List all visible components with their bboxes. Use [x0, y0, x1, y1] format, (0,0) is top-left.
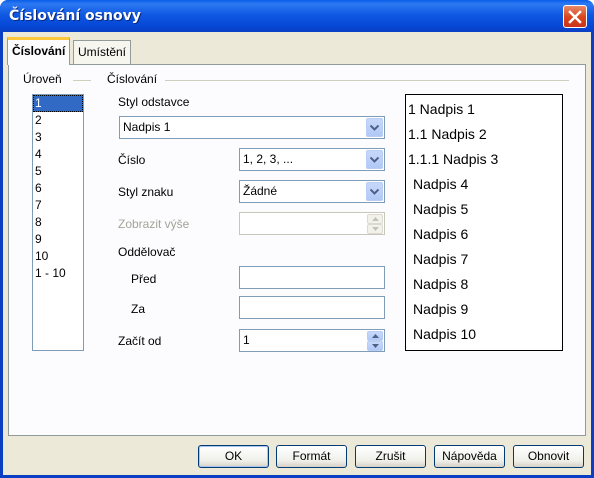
reset-button[interactable]: Obnovit: [513, 445, 584, 468]
separator-label: Oddělovač: [118, 245, 176, 259]
chevron-down-icon[interactable]: [366, 182, 383, 201]
help-button-label: Nápověda: [442, 449, 497, 463]
window-title: Číslování osnovy: [9, 8, 141, 24]
char-style-select[interactable]: Žádné: [239, 180, 385, 203]
number-label: Číslo: [118, 153, 146, 167]
cancel-button[interactable]: Zrušit: [355, 445, 426, 468]
show-sublevels-spinner[interactable]: [239, 212, 385, 235]
level-item[interactable]: 6: [33, 180, 83, 197]
chevron-down-icon[interactable]: [366, 118, 383, 137]
numbering-preview: 1 Nadpis 1 1.1 Nadpis 2 1.1.1 Nadpis 3 N…: [405, 94, 563, 351]
tab-position[interactable]: Umístění: [73, 40, 132, 64]
preview-line: Nadpis 8: [413, 276, 469, 292]
preview-line: Nadpis 7: [413, 251, 469, 267]
start-at-spinner[interactable]: 1: [239, 329, 385, 352]
dialog-client: Číslování Umístění Úroveň 1 2 3 4 5 6 7 …: [3, 32, 591, 475]
preview-line: Nadpis 5: [413, 201, 469, 217]
level-item[interactable]: 5: [33, 163, 83, 180]
char-style-value: Žádné: [243, 184, 278, 198]
start-at-value: 1: [243, 333, 250, 347]
numbering-header: Číslování: [107, 72, 158, 86]
ok-button-label: OK: [224, 449, 243, 463]
format-button-label: Formát: [292, 449, 331, 463]
preview-line: 1.1 Nadpis 2: [408, 126, 487, 142]
preview-line: Nadpis 9: [413, 301, 469, 317]
level-item[interactable]: 7: [33, 197, 83, 214]
start-at-label: Začít od: [118, 334, 162, 348]
after-label: Za: [131, 302, 146, 316]
spin-up-icon[interactable]: [367, 331, 383, 341]
show-sublevels-label: Zobrazit výše: [118, 217, 190, 231]
spin-down-icon[interactable]: [367, 224, 383, 234]
tab-position-label: Umístění: [78, 45, 127, 59]
preview-line: Nadpis 6: [413, 226, 469, 242]
start-at-spin[interactable]: [367, 331, 383, 351]
paragraph-style-label: Styl odstavce: [118, 95, 190, 109]
show-sublevels-spin[interactable]: [367, 214, 383, 234]
char-style-label: Styl znaku: [118, 185, 174, 199]
level-item[interactable]: 3: [33, 129, 83, 146]
tab-numbering-label: Číslování: [12, 44, 66, 58]
level-separator: [73, 80, 91, 81]
level-item[interactable]: 8: [33, 214, 83, 231]
level-item[interactable]: 1 - 10: [33, 265, 83, 282]
level-item[interactable]: 4: [33, 146, 83, 163]
preview-line: 1 Nadpis 1: [408, 101, 475, 117]
level-item[interactable]: 1: [33, 95, 83, 112]
level-item[interactable]: 10: [33, 248, 83, 265]
numbering-separator: [165, 80, 569, 81]
paragraph-style-select[interactable]: Nadpis 1: [119, 116, 385, 139]
ok-button[interactable]: OK: [198, 445, 269, 468]
dialog-window: Číslování osnovy Číslování Umístění Úrov…: [0, 0, 594, 478]
reset-button-label: Obnovit: [527, 449, 570, 463]
cancel-button-label: Zrušit: [375, 449, 406, 463]
close-icon: [568, 9, 582, 24]
title-bar[interactable]: Číslování osnovy: [0, 0, 594, 32]
level-item[interactable]: 9: [33, 231, 83, 248]
level-item[interactable]: 2: [33, 112, 83, 129]
preview-line: Nadpis 10: [413, 326, 477, 342]
after-input[interactable]: [239, 296, 385, 319]
chevron-down-icon[interactable]: [366, 150, 383, 169]
level-list[interactable]: 1 2 3 4 5 6 7 8 9 10 1 - 10: [32, 94, 84, 351]
spin-up-icon[interactable]: [367, 214, 383, 224]
help-button[interactable]: Nápověda: [434, 445, 505, 468]
number-format-select[interactable]: 1, 2, 3, ...: [239, 148, 385, 171]
tab-numbering[interactable]: Číslování: [7, 37, 71, 65]
before-label: Před: [131, 272, 157, 286]
preview-line: Nadpis 4: [413, 176, 469, 192]
level-header: Úroveň: [23, 72, 62, 86]
close-button[interactable]: [563, 5, 587, 28]
paragraph-style-value: Nadpis 1: [123, 120, 171, 134]
format-button[interactable]: Formát: [276, 445, 347, 468]
preview-line: 1.1.1 Nadpis 3: [408, 151, 499, 167]
number-format-value: 1, 2, 3, ...: [243, 152, 294, 166]
spin-down-icon[interactable]: [367, 341, 383, 351]
before-input[interactable]: [239, 266, 385, 289]
